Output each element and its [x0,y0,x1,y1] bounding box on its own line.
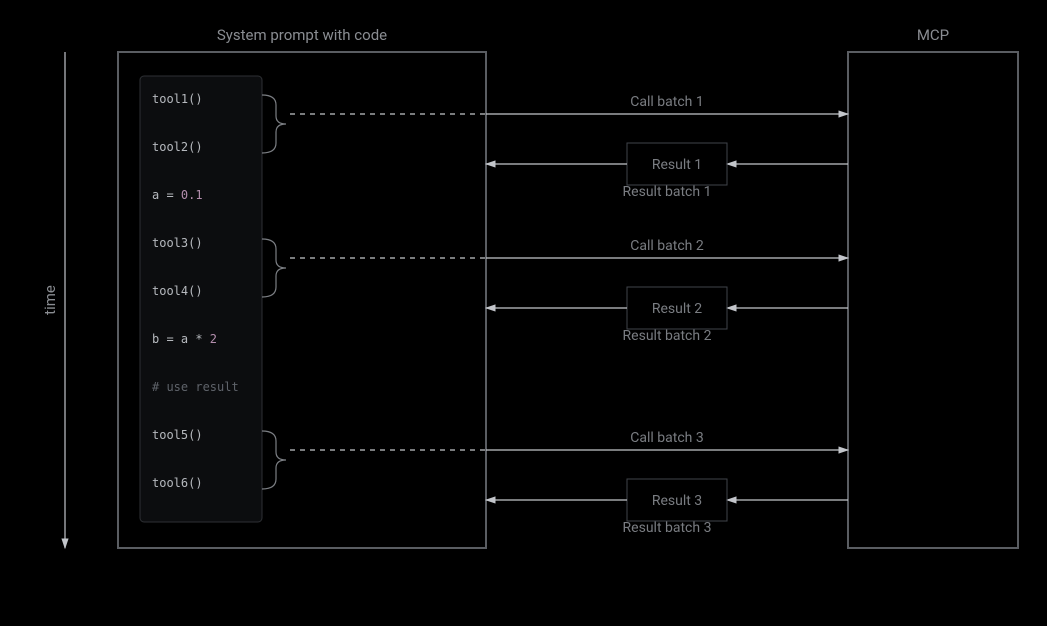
code-line: tool6() [152,476,203,490]
code-line: # use result [152,380,239,394]
code-line: tool3() [152,236,203,250]
call-label: Call batch 2 [630,238,704,254]
brace-icon [262,95,286,153]
return-label: Result batch 1 [623,184,712,200]
lane: Call batch 3 Result 3 Result batch 3 [262,430,848,536]
mcp-box [848,52,1018,548]
lane: Call batch 2 Result 2 Result batch 2 [262,238,848,344]
code-line: a = 0.1 [152,188,203,202]
time-axis-label: time [41,285,59,315]
code-line: b = a * 2 [152,332,224,346]
code-line: tool5() [152,428,203,442]
code-line: tool1() [152,92,203,106]
result-box-label: Result 1 [652,157,702,173]
left-box-title: System prompt with code [217,26,387,44]
code-line: tool4() [152,284,203,298]
brace-icon [262,431,286,489]
brace-icon [262,239,286,297]
diagram: time System prompt with code MCP tool1()… [0,0,1047,626]
lane: Call batch 1 Result 1 Result batch 1 [262,94,848,200]
call-label: Call batch 1 [630,94,703,110]
mcp-box-title: MCP [917,26,949,44]
result-box-label: Result 2 [652,301,702,317]
call-label: Call batch 3 [630,430,703,446]
result-box-label: Result 3 [652,493,702,509]
code-line: tool2() [152,140,203,154]
return-label: Result batch 2 [623,328,712,344]
return-label: Result batch 3 [623,520,712,536]
